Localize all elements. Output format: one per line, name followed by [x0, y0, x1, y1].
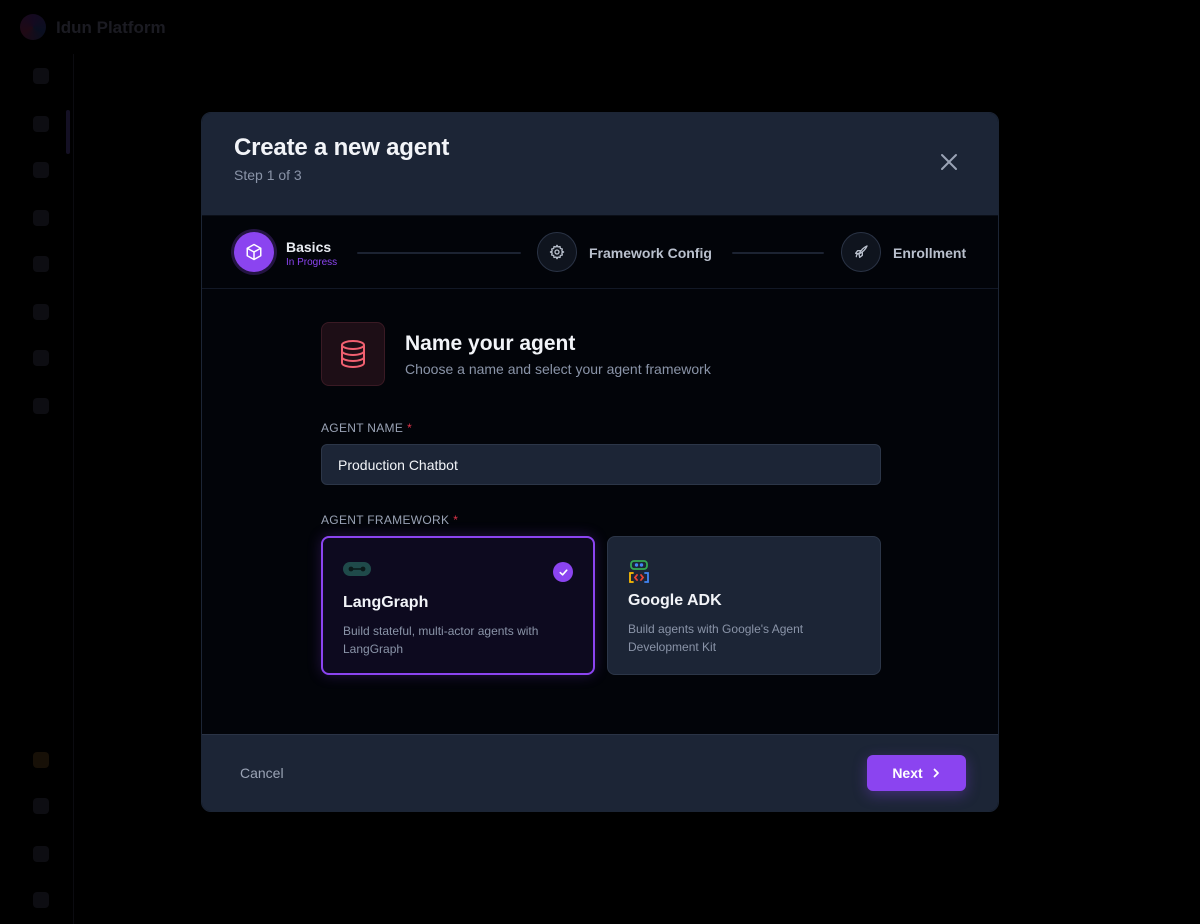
framework-description: Build stateful, multi-actor agents with …: [343, 624, 539, 656]
cube-icon: [246, 243, 262, 261]
section-icon: [321, 322, 385, 386]
gear-icon: [549, 244, 565, 260]
modal-header: Create a new agent Step 1 of 3: [202, 113, 998, 216]
modal-step-indicator: Step 1 of 3: [234, 167, 302, 183]
chevron-right-icon: [933, 768, 939, 778]
create-agent-modal: Create a new agent Step 1 of 3 Basics In…: [201, 112, 999, 812]
modal-footer: Cancel Next: [202, 734, 998, 811]
sidebar-nav-icon: [33, 350, 49, 366]
cancel-button[interactable]: Cancel: [226, 763, 298, 783]
section-subtitle: Choose a name and select your agent fram…: [405, 361, 711, 377]
section-title: Name your agent: [405, 332, 576, 355]
sidebar-nav-icon: [33, 846, 49, 862]
required-marker: *: [407, 421, 413, 435]
step-framework-config-label: Framework Config: [589, 245, 712, 261]
sidebar-nav-icon: [33, 304, 49, 320]
required-marker: *: [453, 513, 459, 527]
sidebar-nav-icon: [33, 798, 49, 814]
next-button-label: Next: [892, 765, 923, 781]
sidebar: [0, 54, 74, 924]
sidebar-nav-icon: [33, 68, 49, 84]
step-enrollment[interactable]: [841, 232, 881, 272]
sidebar-nav-icon: [33, 256, 49, 272]
framework-name: Google ADK: [628, 592, 722, 609]
step-basics-label: Basics: [286, 239, 332, 255]
sidebar-nav-icon: [33, 752, 49, 768]
close-icon: [941, 154, 957, 170]
selected-check-icon: [553, 562, 573, 582]
step-enrollment-label: Enrollment: [893, 245, 967, 261]
sidebar-nav-icon: [33, 210, 49, 226]
agent-framework-label: AGENT FRAMEWORK *: [321, 513, 458, 527]
framework-description: Build agents with Google's Agent Develop…: [628, 622, 804, 654]
step-framework-config[interactable]: [537, 232, 577, 272]
google-adk-logo-icon: [628, 560, 650, 589]
database-icon: [341, 340, 365, 369]
step-basics-status: In Progress: [286, 257, 338, 268]
sidebar-active-rail: [66, 110, 70, 154]
step-basics[interactable]: [234, 232, 274, 272]
stepper: Basics In Progress Framework Config Enro…: [202, 216, 998, 289]
rocket-icon: [855, 245, 868, 258]
next-button[interactable]: Next: [867, 755, 966, 791]
agent-name-input[interactable]: [321, 444, 881, 485]
framework-name: LangGraph: [343, 594, 429, 611]
modal-title: Create a new agent: [234, 134, 450, 161]
agent-name-label: AGENT NAME *: [321, 421, 412, 435]
sidebar-nav-icon: [33, 892, 49, 908]
app-title: Idun Platform: [56, 18, 166, 37]
sidebar-nav-icon: [33, 162, 49, 178]
app-logo-icon: [20, 14, 46, 40]
step-connector: [357, 252, 521, 254]
framework-card-langgraph[interactable]: LangGraph Build stateful, multi-actor ag…: [321, 536, 595, 675]
close-button[interactable]: [938, 151, 960, 173]
sidebar-nav-icon: [33, 398, 49, 414]
agent-name-label-text: AGENT NAME: [321, 421, 404, 435]
agent-framework-label-text: AGENT FRAMEWORK: [321, 513, 450, 527]
step-connector: [732, 252, 824, 254]
langgraph-logo-icon: [343, 562, 371, 581]
framework-card-google-adk[interactable]: Google ADK Build agents with Google's Ag…: [607, 536, 881, 675]
sidebar-nav-icon: [33, 116, 49, 132]
